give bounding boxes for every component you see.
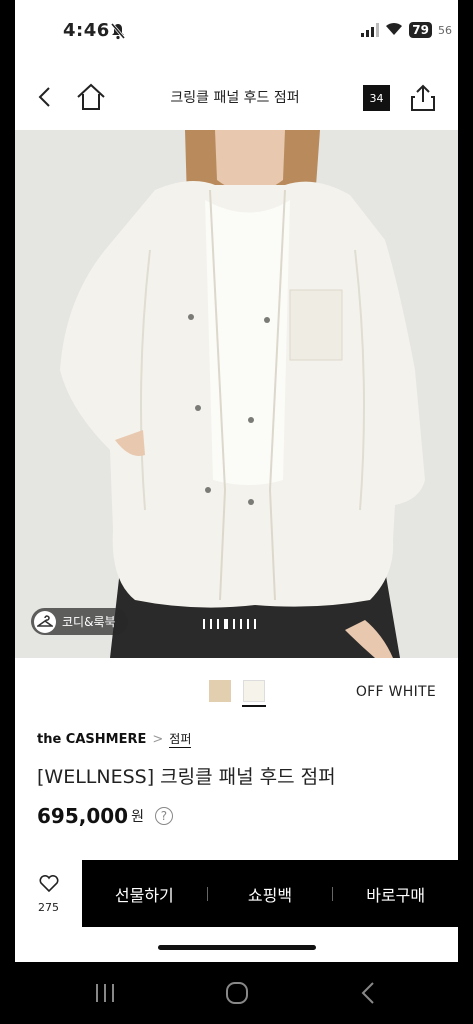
brand-breadcrumb: the CASHMERE > 점퍼 <box>37 730 192 748</box>
home-indicator[interactable] <box>158 945 316 950</box>
signal-icon <box>361 23 380 37</box>
product-price: 695,000 <box>37 804 129 828</box>
brand-link[interactable]: the CASHMERE <box>37 732 146 747</box>
like-button[interactable]: 275 <box>15 860 82 927</box>
pager-dot <box>210 619 212 629</box>
page-title: 크링클 패널 후드 점퍼 <box>170 90 300 106</box>
pager-dot <box>217 619 219 629</box>
chevron-right-icon: > <box>152 731 164 747</box>
product-name: [WELLNESS] 크링클 패널 후드 점퍼 <box>37 766 336 788</box>
color-options: OFF WHITE <box>15 672 458 712</box>
coordi-label: 코디&룩북 <box>62 615 116 629</box>
status-bar: 4:46 79 56 <box>15 0 458 64</box>
system-navigation-bar <box>0 962 473 1024</box>
pager-dot <box>254 619 256 629</box>
product-photo <box>15 130 458 658</box>
price-row: 695,000 원 ? <box>37 804 173 828</box>
selected-swatch-indicator <box>242 705 266 707</box>
heart-icon <box>38 874 60 897</box>
wifi-icon <box>385 21 403 40</box>
status-right: 79 56 <box>361 18 452 42</box>
app-screen: 4:46 79 56 크링클 패널 후드 점퍼 34 코디&룩북 OFF WHI… <box>15 0 458 962</box>
home-icon[interactable] <box>75 82 107 112</box>
back-icon[interactable] <box>33 84 59 110</box>
add-to-bag-button[interactable]: 쇼핑백 <box>208 882 333 906</box>
price-help-icon[interactable]: ? <box>154 807 173 825</box>
selected-color-name: OFF WHITE <box>355 684 436 700</box>
pager-dot <box>240 619 242 629</box>
mute-icon <box>110 22 126 44</box>
recent-apps-icon[interactable] <box>92 980 118 1006</box>
gift-button[interactable]: 선물하기 <box>82 882 207 906</box>
shopping-bag-count-button[interactable]: 34 <box>363 85 390 111</box>
gallery-pager <box>203 619 256 629</box>
system-back-icon[interactable] <box>356 980 382 1006</box>
product-image-gallery[interactable]: 코디&룩북 <box>15 130 458 658</box>
share-icon[interactable] <box>409 83 437 113</box>
currency-unit: 원 <box>131 809 144 825</box>
purchase-action-bar: 275 선물하기 쇼핑백 바로구매 <box>15 860 458 927</box>
hanger-icon <box>34 610 56 633</box>
system-home-icon[interactable] <box>224 980 250 1006</box>
pager-dot <box>247 619 249 629</box>
status-extra: 56 <box>438 23 452 37</box>
top-navigation: 크링클 패널 후드 점퍼 34 <box>15 64 458 130</box>
buy-buttons: 선물하기 쇼핑백 바로구매 <box>82 860 458 927</box>
status-time: 4:46 <box>63 20 110 41</box>
battery-icon: 79 <box>409 22 432 38</box>
color-swatch-beige[interactable] <box>209 680 231 702</box>
pager-dot-active <box>224 619 228 629</box>
pager-dot <box>203 619 205 629</box>
color-swatch-off-white[interactable] <box>243 680 265 702</box>
category-link[interactable]: 점퍼 <box>169 730 192 748</box>
buy-now-button[interactable]: 바로구매 <box>333 882 458 906</box>
like-count: 275 <box>38 900 59 914</box>
pager-dot <box>233 619 235 629</box>
coordi-lookbook-button[interactable]: 코디&룩북 <box>31 608 128 635</box>
